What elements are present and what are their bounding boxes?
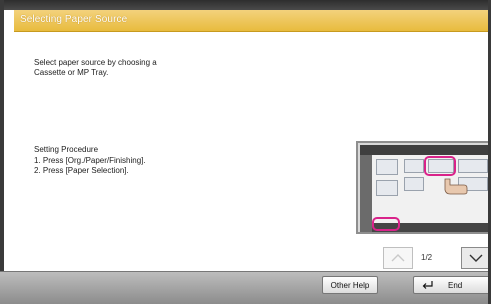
end-label: End — [448, 280, 463, 290]
top-strip — [0, 0, 491, 10]
intro-line: Select paper source by choosing a — [34, 58, 157, 67]
title-bar: Selecting Paper Source — [14, 10, 491, 32]
footer-bar: Other Help End — [0, 271, 491, 304]
preview-tile — [404, 159, 424, 173]
other-help-label: Other Help — [330, 280, 370, 290]
help-window: Selecting Paper Source Select paper sour… — [0, 0, 491, 304]
chevron-up-icon — [391, 254, 405, 262]
preview-tile — [376, 159, 398, 175]
window-title: Selecting Paper Source — [20, 14, 128, 25]
procedure-steps: 1. Press [Org./Paper/Finishing]. 2. Pres… — [34, 156, 146, 175]
preview-header — [360, 145, 489, 155]
left-edge — [0, 0, 4, 304]
end-button[interactable]: End — [413, 276, 491, 294]
preview-screen — [360, 145, 489, 232]
page-up-button[interactable] — [383, 247, 413, 269]
chevron-down-icon — [469, 254, 483, 262]
pager: 1/2 — [383, 247, 491, 269]
intro-text: Select paper source by choosing a Casset… — [34, 58, 157, 78]
hand-pointer-icon — [444, 178, 468, 195]
preview-highlight — [372, 217, 400, 231]
page-down-button[interactable] — [461, 247, 491, 269]
page-indicator: 1/2 — [421, 253, 433, 262]
other-help-button[interactable]: Other Help — [322, 276, 378, 294]
preview-tile — [458, 159, 488, 173]
step-item: 1. Press [Org./Paper/Finishing]. — [34, 156, 146, 165]
procedure-preview-image — [356, 141, 491, 234]
return-icon — [422, 281, 433, 289]
step-item: 2. Press [Paper Selection]. — [34, 165, 129, 175]
intro-line: Cassette or MP Tray. — [34, 68, 109, 77]
preview-sidebar — [360, 155, 372, 232]
procedure-title: Setting Procedure — [34, 145, 99, 154]
preview-highlight — [424, 156, 456, 176]
preview-tile — [404, 177, 424, 191]
preview-tile — [376, 180, 398, 196]
